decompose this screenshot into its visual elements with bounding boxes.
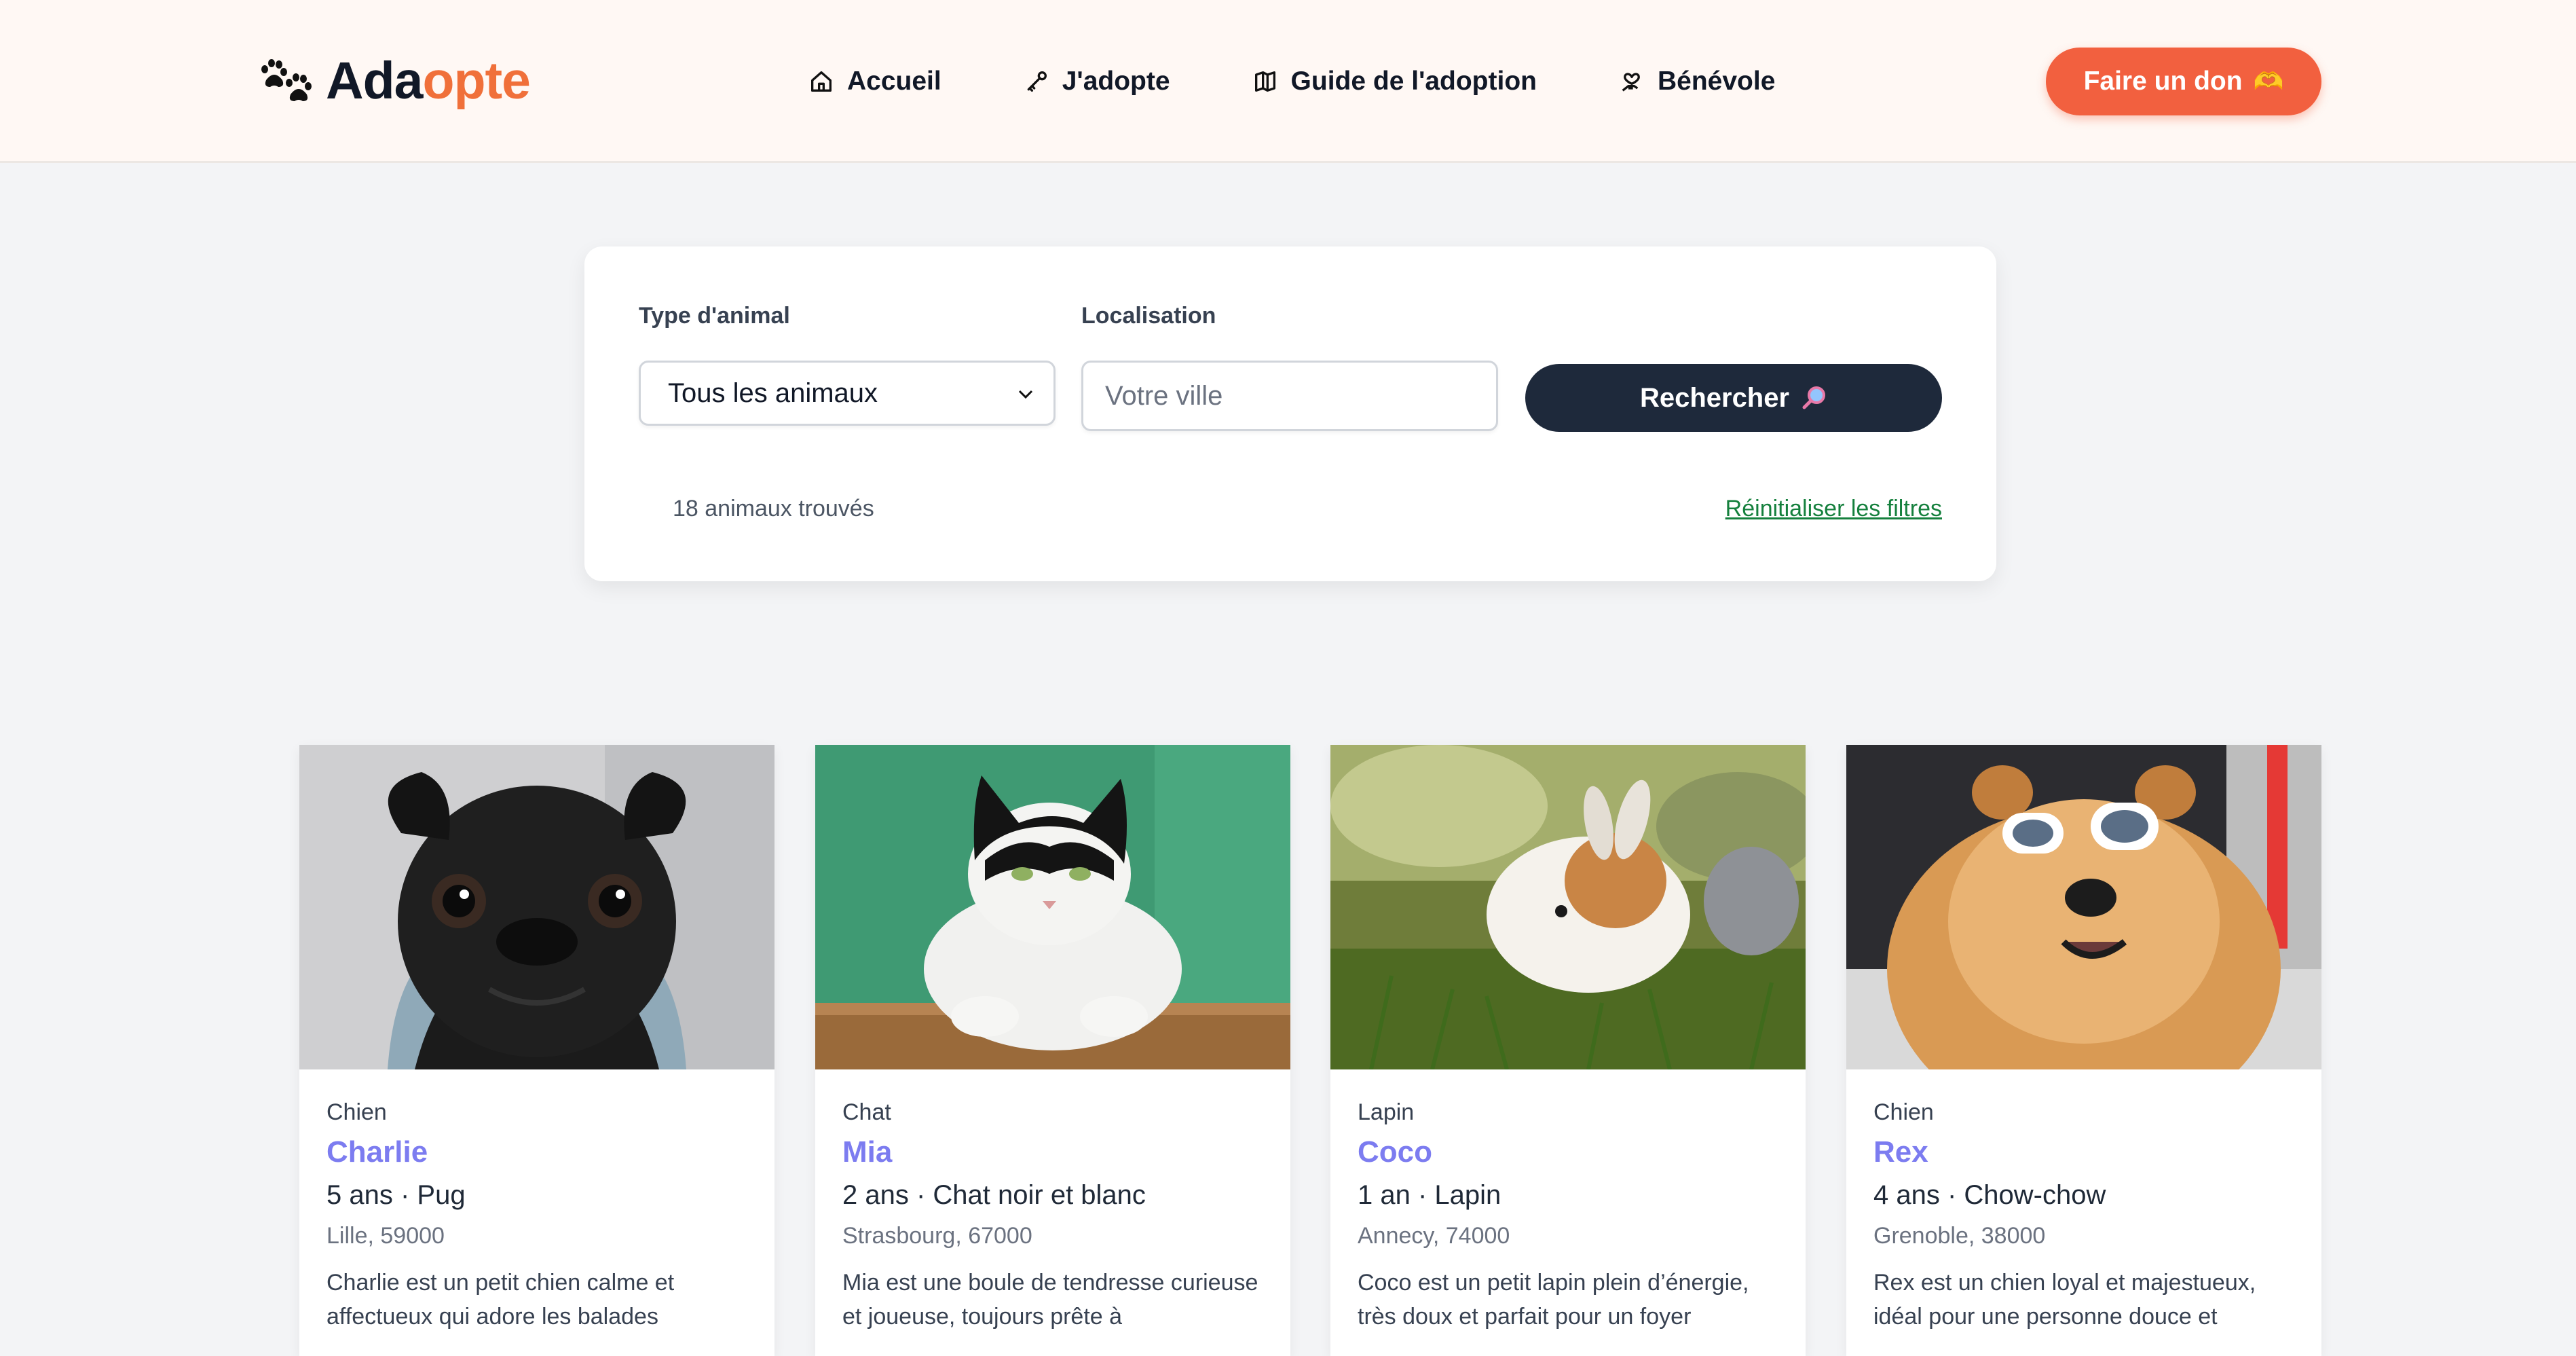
animal-location: Strasbourg, 67000 xyxy=(842,1223,1032,1249)
animal-description: Charlie est un petit chien calme et affe… xyxy=(326,1270,675,1330)
main-nav: Accueil J'adopte Guide de l'adoption Bén… xyxy=(808,61,1775,102)
paw-prints-icon xyxy=(261,59,312,101)
search-button-label: Rechercher xyxy=(1639,382,1790,413)
animal-name-link[interactable]: Charlie xyxy=(326,1135,747,1169)
animal-card[interactable]: Chat Mia 2 ans · Chat noir et blanc Stra… xyxy=(815,745,1290,1356)
search-button[interactable]: Rechercher xyxy=(1525,364,1942,432)
logo-text-primary: Ada xyxy=(326,51,423,110)
key-icon xyxy=(1027,71,1047,92)
animal-card[interactable]: Lapin Coco 1 an · Lapin Annecy, 74000 Co… xyxy=(1330,745,1806,1356)
animal-description: Rex est un chien loyal et majestueux, id… xyxy=(1873,1270,2256,1330)
animal-location: Lille, 59000 xyxy=(326,1223,445,1249)
animal-name-link[interactable]: Rex xyxy=(1873,1135,2294,1169)
card-body: Chien Rex 4 ans · Chow-chow Grenoble, 38… xyxy=(1846,1069,2321,1334)
site-header: Adaopte Accueil J'adopte Guide de l'adop… xyxy=(0,0,2576,163)
search-filter-panel: Type d'animal Localisation Tous les anim… xyxy=(584,246,1996,581)
animal-card[interactable]: Chien Rex 4 ans · Chow-chow Grenoble, 38… xyxy=(1846,745,2321,1356)
animal-type: Chien xyxy=(326,1099,387,1125)
animal-card[interactable]: Chien Charlie 5 ans · Pug Lille, 59000 C… xyxy=(299,745,774,1356)
animal-type: Chien xyxy=(1873,1099,1934,1125)
animal-type-value: Tous les animaux xyxy=(668,378,878,408)
donate-label: Faire un don xyxy=(2083,67,2243,96)
guide-icon xyxy=(1254,71,1275,92)
card-body: Chien Charlie 5 ans · Pug Lille, 59000 C… xyxy=(299,1069,774,1334)
heart-hands-icon: 🫶 xyxy=(2253,67,2284,95)
animal-age-breed: 4 ans · Chow-chow xyxy=(1873,1180,2106,1210)
rabbit-photo xyxy=(1330,745,1806,1069)
animal-name-link[interactable]: Coco xyxy=(1358,1135,1778,1169)
cat-photo xyxy=(815,745,1290,1069)
animal-location: Grenoble, 38000 xyxy=(1873,1223,2046,1249)
animal-age-breed: 5 ans · Pug xyxy=(326,1180,466,1210)
animal-type-select[interactable]: Tous les animaux xyxy=(639,361,1056,426)
volunteer-icon xyxy=(1622,73,1640,92)
nav-label: Accueil xyxy=(847,67,941,96)
nav-item-jadopte[interactable]: J'adopte xyxy=(1023,67,1170,96)
site-logo[interactable]: Adaopte xyxy=(258,50,531,111)
nav-label: J'adopte xyxy=(1062,67,1170,96)
animal-description: Coco est un petit lapin plein d’énergie,… xyxy=(1358,1270,1749,1330)
home-icon xyxy=(811,71,832,92)
card-body: Lapin Coco 1 an · Lapin Annecy, 74000 Co… xyxy=(1330,1069,1806,1334)
animal-type-label: Type d'animal xyxy=(639,303,790,329)
chevron-down-icon xyxy=(1018,390,1033,399)
card-body: Chat Mia 2 ans · Chat noir et blanc Stra… xyxy=(815,1069,1290,1334)
magnifier-icon xyxy=(1802,386,1826,409)
animal-location: Annecy, 74000 xyxy=(1358,1223,1510,1249)
nav-label: Bénévole xyxy=(1657,67,1776,96)
animal-type: Chat xyxy=(842,1099,891,1125)
chowchow-photo xyxy=(1846,745,2321,1069)
donate-button[interactable]: Faire un don 🫶 xyxy=(2046,48,2321,115)
nav-item-accueil[interactable]: Accueil xyxy=(808,67,941,96)
nav-item-guide[interactable]: Guide de l'adoption xyxy=(1252,67,1537,96)
reset-filters-link[interactable]: Réinitialiser les filtres xyxy=(1725,496,1942,522)
pug-photo xyxy=(299,745,774,1069)
location-label: Localisation xyxy=(1081,303,1216,329)
animal-type: Lapin xyxy=(1358,1099,1415,1125)
location-input[interactable] xyxy=(1081,361,1498,431)
animal-name-link[interactable]: Mia xyxy=(842,1135,1263,1169)
animal-age-breed: 2 ans · Chat noir et blanc xyxy=(842,1180,1146,1210)
nav-item-benevole[interactable]: Bénévole xyxy=(1618,67,1775,96)
logo-text-accent: opte xyxy=(422,51,531,110)
result-count: 18 animaux trouvés xyxy=(673,496,874,521)
animal-age-breed: 1 an · Lapin xyxy=(1358,1180,1501,1210)
animal-description: Mia est une boule de tendresse curieuse … xyxy=(842,1270,1258,1330)
nav-label: Guide de l'adoption xyxy=(1290,67,1537,96)
